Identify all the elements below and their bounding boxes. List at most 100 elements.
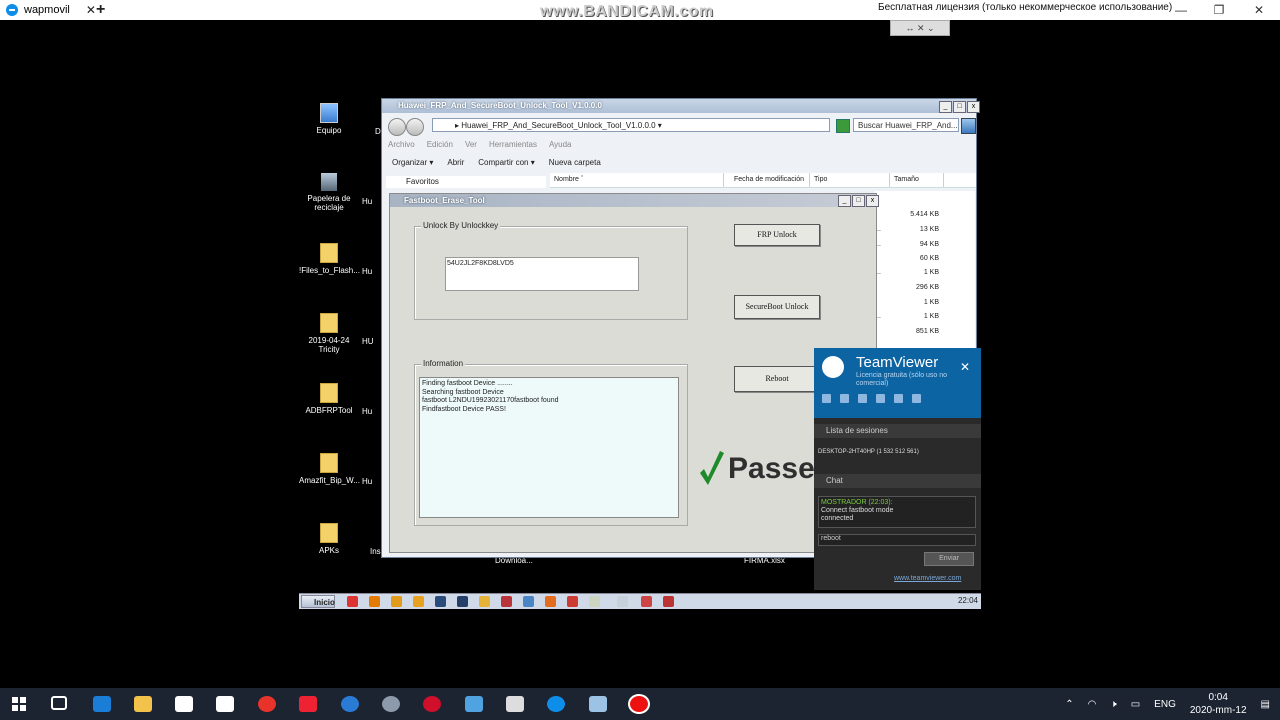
teamviewer-mini-toolbar[interactable]: ↔ ✕ ⌄ — [890, 20, 950, 36]
desktop-icon-files-to-flash[interactable]: !Files_to_Flash... — [299, 243, 360, 275]
minimize-button[interactable]: — — [1166, 0, 1196, 20]
new-folder-button[interactable]: Nueva carpeta — [549, 158, 601, 167]
column-date[interactable]: Fecha de modificación — [730, 173, 810, 187]
host-tab[interactable]: wapmovil ✕ — [0, 0, 102, 20]
edge-icon[interactable] — [93, 696, 111, 712]
desktop-icon-adbfrptool[interactable]: ADBFRPTool — [299, 383, 359, 415]
session-item[interactable]: DESKTOP-2HT40HP (1 532 512 561) — [818, 449, 919, 455]
opera-icon[interactable] — [423, 696, 441, 712]
volume-icon[interactable]: 🕨 — [1110, 699, 1116, 710]
menu-ver[interactable]: Ver — [465, 140, 477, 149]
app-icon[interactable] — [435, 596, 446, 607]
app-icon[interactable] — [501, 596, 512, 607]
teamviewer-panel[interactable]: TeamViewer Licencia gratuita (sólo uso n… — [814, 348, 981, 590]
open-button[interactable]: Abrir — [447, 158, 464, 167]
headset-icon[interactable] — [840, 394, 849, 403]
app-icon[interactable] — [663, 596, 674, 607]
teamviewer-icon[interactable] — [547, 696, 565, 712]
tab-close-icon[interactable]: ✕ — [86, 3, 96, 17]
chat-section-header[interactable]: Chat — [814, 474, 981, 488]
column-type[interactable]: Tipo — [810, 173, 890, 187]
yandex-browser-icon[interactable] — [299, 696, 317, 712]
yandex-icon[interactable] — [258, 696, 276, 712]
column-name[interactable]: Nombre ˆ — [550, 173, 724, 187]
fastboot-tool-window[interactable]: Fastboot_Erase_Tool _ □ x Unlock By Unlo… — [389, 193, 879, 553]
menu-ayuda[interactable]: Ayuda — [549, 140, 572, 149]
chrome-icon[interactable] — [347, 596, 358, 607]
close-button[interactable]: x — [866, 195, 879, 207]
network-icon[interactable]: ◠ — [1088, 699, 1097, 710]
file-list[interactable]: 5.414 KB .. 13 KB .. 94 KB 60 KB .. 1 KB… — [875, 191, 975, 351]
app-icon[interactable] — [465, 696, 483, 712]
refresh-icon[interactable] — [836, 119, 850, 133]
app-icon[interactable] — [382, 696, 400, 712]
desktop-icon-papelera[interactable]: Papelera de reciclaje — [299, 173, 359, 212]
store-icon[interactable] — [175, 696, 193, 712]
window-close-button[interactable]: ✕ — [1244, 0, 1274, 20]
app-icon[interactable] — [617, 596, 628, 607]
secureboot-unlock-button[interactable]: SecureBoot Unlock — [734, 295, 820, 319]
share-button[interactable]: Compartir con ▾ — [478, 158, 534, 167]
address-bar[interactable]: ▸ Huawei_FRP_And_SecureBoot_Unlock_Tool_… — [432, 118, 830, 132]
information-log[interactable]: Finding fastboot Device ........ Searchi… — [419, 377, 679, 518]
collapse-icon[interactable] — [912, 394, 921, 403]
new-tab-button[interactable]: + — [96, 0, 105, 20]
minimize-button[interactable]: _ — [939, 101, 952, 113]
column-size[interactable]: Tamaño — [890, 173, 944, 187]
forward-button[interactable] — [406, 118, 424, 136]
tools-icon[interactable] — [894, 394, 903, 403]
organize-button[interactable]: Organizar ▾ — [392, 158, 433, 167]
search-icon[interactable] — [961, 118, 976, 134]
mail-icon[interactable] — [216, 696, 234, 712]
desktop-icon-amazfit[interactable]: Amazfit_Bip_W... — [299, 453, 360, 485]
start-button[interactable]: Inicio — [301, 595, 335, 608]
windows-start-icon[interactable] — [12, 697, 26, 711]
chevron-up-icon[interactable]: ⌃ — [1065, 699, 1073, 710]
minimize-button[interactable]: _ — [838, 195, 851, 207]
maximize-button[interactable]: □ — [852, 195, 865, 207]
maximize-button[interactable]: □ — [953, 101, 966, 113]
firefox-icon[interactable] — [545, 596, 556, 607]
teamviewer-link[interactable]: www.teamviewer.com — [894, 575, 961, 582]
back-button[interactable] — [388, 118, 406, 136]
app-icon[interactable] — [479, 596, 490, 607]
app-icon[interactable] — [391, 596, 402, 607]
app-icon[interactable] — [589, 596, 600, 607]
favorites-item[interactable]: Favoritos — [386, 176, 546, 188]
remote-desktop[interactable]: Equipo Papelera de reciclaje !Files_to_F… — [299, 97, 981, 609]
close-button[interactable]: x — [967, 101, 980, 113]
unlock-key-field[interactable]: 54U2JL2F8KD8LVD5 — [445, 257, 639, 291]
reboot-button[interactable]: Reboot — [734, 366, 820, 392]
chat-icon[interactable] — [858, 394, 867, 403]
language-indicator[interactable]: ENG — [1154, 699, 1176, 710]
app-icon[interactable] — [589, 696, 607, 712]
app-icon[interactable] — [457, 596, 468, 607]
record-icon[interactable] — [630, 696, 648, 712]
menu-herramientas[interactable]: Herramientas — [489, 140, 537, 149]
file-explorer-icon[interactable] — [134, 696, 152, 712]
maximize-button[interactable]: ❐ — [1204, 0, 1234, 20]
app-icon[interactable] — [369, 596, 380, 607]
sessions-section-header[interactable]: Lista de sesiones — [814, 424, 981, 438]
task-view-icon[interactable] — [51, 696, 67, 710]
app-icon[interactable] — [413, 596, 424, 607]
send-button[interactable]: Enviar — [924, 552, 974, 566]
menu-archivo[interactable]: Archivo — [388, 140, 415, 149]
clock[interactable]: 0:04 2020-mm-12 — [1190, 691, 1247, 717]
chat-input[interactable]: reboot — [818, 534, 976, 546]
calculator-icon[interactable] — [506, 696, 524, 712]
desktop-icon-apks[interactable]: APKs — [299, 523, 359, 555]
chrome-icon[interactable] — [567, 596, 578, 607]
app-icon[interactable] — [341, 696, 359, 712]
menu-edicion[interactable]: Edición — [427, 140, 453, 149]
battery-icon[interactable]: ▭ — [1131, 699, 1140, 710]
search-input[interactable]: Buscar Huawei_FRP_And... — [853, 118, 959, 132]
desktop-icon-tricity[interactable]: 2019-04-24 Tricity — [299, 313, 359, 354]
files-icon[interactable] — [876, 394, 885, 403]
chrome-icon[interactable] — [641, 596, 652, 607]
desktop-icon-equipo[interactable]: Equipo — [299, 103, 359, 135]
notifications-icon[interactable]: ▤ — [1261, 699, 1270, 710]
close-icon[interactable]: ✕ — [960, 360, 970, 374]
video-icon[interactable] — [822, 394, 831, 403]
app-icon[interactable] — [523, 596, 534, 607]
